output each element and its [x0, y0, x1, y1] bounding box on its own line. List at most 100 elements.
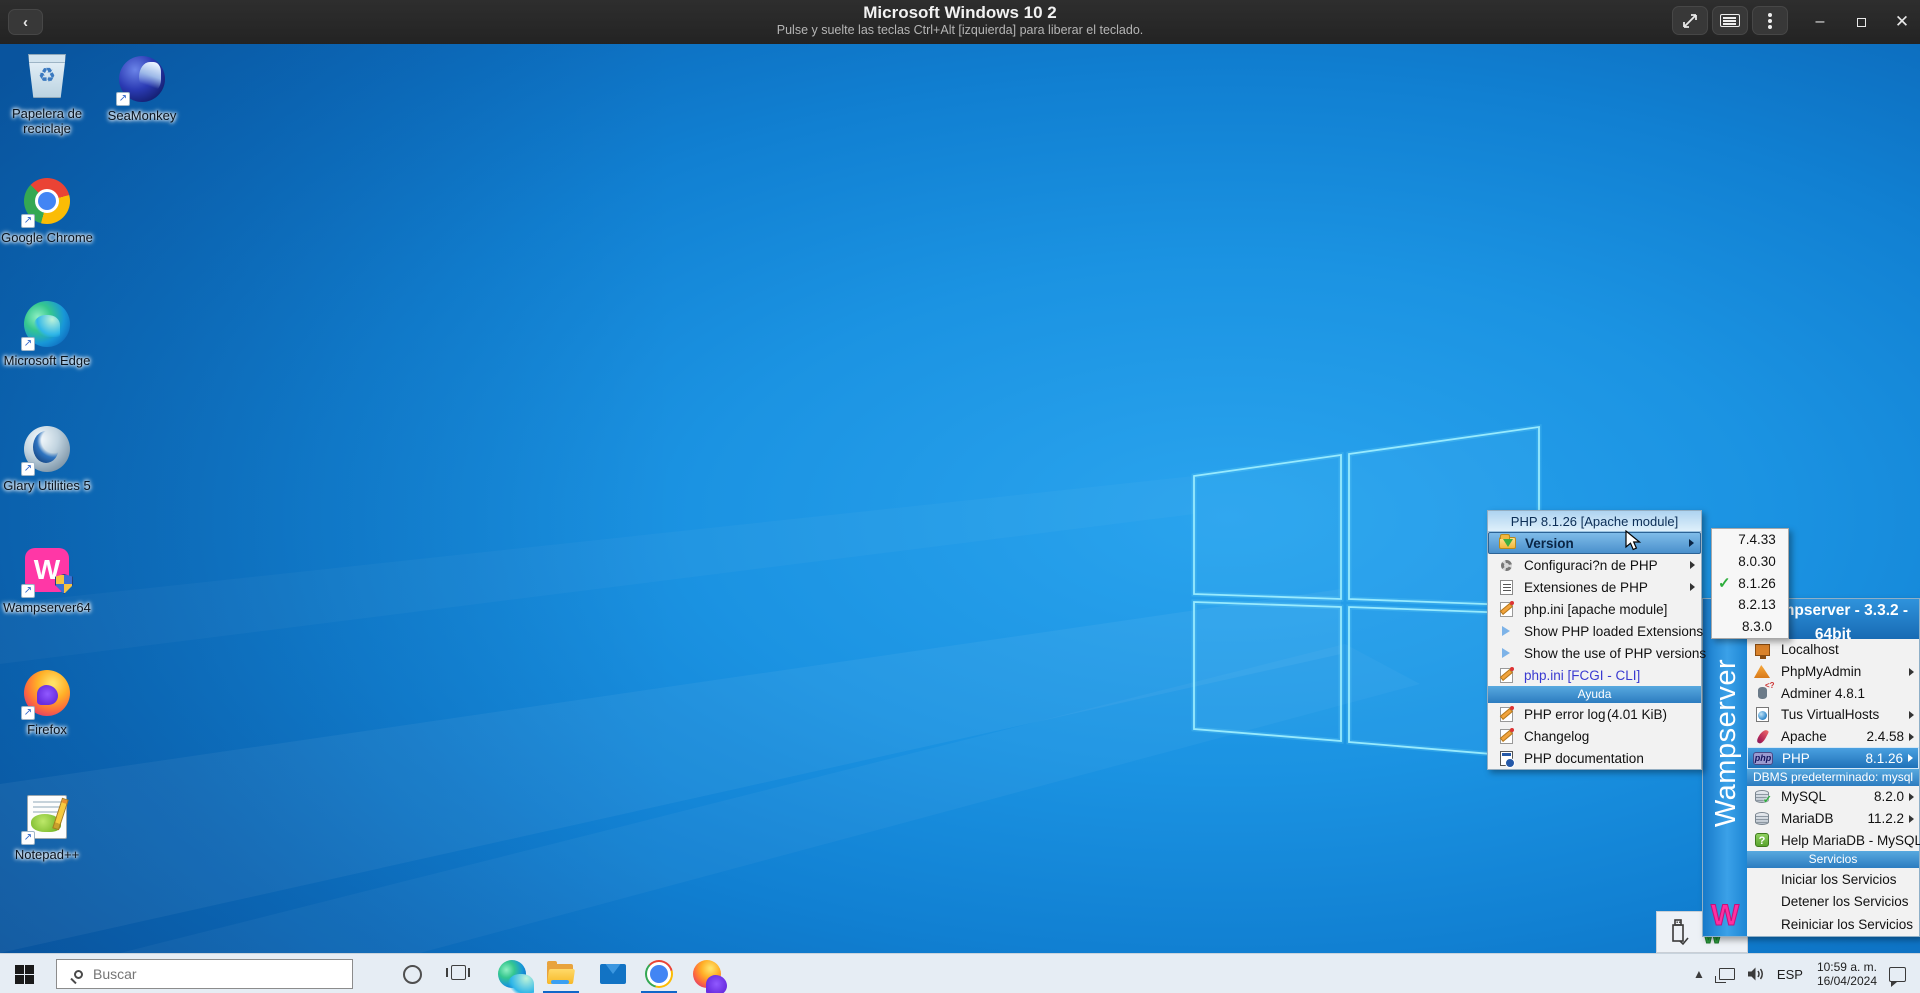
cortana-button[interactable]: [403, 965, 422, 984]
maximize-icon: [1857, 18, 1866, 27]
close-button[interactable]: ✕: [1888, 0, 1916, 44]
task-view-icon: [451, 965, 466, 980]
notepad-plus-plus-icon: ↗: [23, 795, 71, 843]
menu-item-help-mariadb-mysql[interactable]: ? Help MariaDB - MySQL: [1747, 830, 1919, 852]
shortcut-arrow-icon: ↗: [116, 92, 130, 106]
fullscreen-button[interactable]: [1672, 6, 1708, 35]
submenu-arrow-icon: [1690, 561, 1695, 569]
edit-file-icon: [1494, 707, 1518, 722]
menu-item-show-php-versions-use[interactable]: Show the use of PHP versions: [1488, 642, 1701, 664]
firefox-icon: [693, 960, 721, 988]
menu-item-php-documentation[interactable]: PHP documentation: [1488, 747, 1701, 769]
checkmark-icon: ✓: [1718, 573, 1731, 595]
chrome-icon: [645, 960, 673, 988]
menu-item-php[interactable]: php PHP 8.1.26: [1747, 747, 1919, 769]
task-view-button[interactable]: [446, 964, 472, 984]
wallpaper: [0, 44, 1920, 953]
help-section-header: Ayuda: [1488, 686, 1701, 703]
submenu-arrow-icon: [1689, 539, 1694, 547]
localhost-icon: [1751, 644, 1773, 656]
windows-logo-icon: [15, 965, 34, 984]
shortcut-arrow-icon: ↗: [21, 462, 35, 476]
menu-item-adminer[interactable]: Adminer 4.8.1: [1747, 682, 1919, 704]
menu-item-mariadb[interactable]: MariaDB 11.2.2: [1747, 808, 1919, 830]
firefox-icon: ↗: [23, 670, 71, 718]
edit-file-icon: [1494, 729, 1518, 744]
recycle-bin-icon: ♻: [23, 54, 71, 102]
network-icon[interactable]: [1719, 968, 1735, 980]
clock-time: 10:59 a. m.: [1817, 960, 1877, 974]
menu-item-phpmyadmin[interactable]: PhpMyAdmin: [1747, 661, 1919, 683]
taskbar-mail[interactable]: [598, 959, 628, 989]
desktop-icon-glary-utilities[interactable]: ↗ Glary Utilities 5: [0, 425, 95, 493]
version-option-8-2-13[interactable]: 8.2.13: [1712, 594, 1788, 616]
desktop-icon-wampserver64[interactable]: W ↗ Wampserver64: [0, 546, 95, 615]
desktop-icon-recycle-bin[interactable]: ♻ Papelera de reciclaje: [0, 52, 95, 136]
version-option-8-3-0[interactable]: 8.3.0: [1712, 616, 1788, 638]
menu-item-php-error-log[interactable]: PHP error log (4.01 KiB): [1488, 703, 1701, 725]
desktop-icon-microsoft-edge[interactable]: ↗ Microsoft Edge: [0, 300, 95, 368]
menu-item-restart-services[interactable]: Reiniciar los Servicios: [1747, 913, 1919, 936]
menu-kebab-button[interactable]: [1752, 6, 1788, 35]
maximize-button[interactable]: [1847, 0, 1875, 44]
edge-icon: ↗: [23, 301, 71, 349]
menu-item-php-ini-apache[interactable]: php.ini [apache module]: [1488, 598, 1701, 620]
php-icon: php: [1752, 752, 1774, 765]
menu-item-start-services[interactable]: Iniciar los Servicios: [1747, 868, 1919, 891]
menu-item-php-settings[interactable]: Configuraci?n de PHP: [1488, 554, 1701, 576]
version-option-8-0-30[interactable]: 8.0.30: [1712, 551, 1788, 573]
version-option-7-4-33[interactable]: 7.4.33: [1712, 529, 1788, 551]
submenu-arrow-icon: [1909, 711, 1914, 719]
taskbar-chrome[interactable]: [644, 959, 674, 989]
speaker-icon[interactable]: [1748, 967, 1765, 981]
chrome-icon: ↗: [23, 178, 71, 226]
edit-file-icon: [1494, 668, 1518, 683]
phpmyadmin-icon: [1751, 665, 1773, 678]
php-submenu: PHP 8.1.26 [Apache module] Version Confi…: [1487, 510, 1702, 770]
edge-icon: [498, 960, 526, 988]
keyboard-language-badge[interactable]: ESP: [1777, 967, 1803, 982]
desktop-icon-seamonkey[interactable]: ↗ SeaMonkey: [94, 55, 190, 123]
menu-item-php-extensions[interactable]: Extensiones de PHP: [1488, 576, 1701, 598]
glary-utilities-icon: ↗: [23, 426, 71, 474]
menu-item-mysql[interactable]: ✓ MySQL 8.2.0: [1747, 786, 1919, 808]
menu-item-php-ini-fcgi-cli[interactable]: php.ini [FCGI - CLI]: [1488, 664, 1701, 686]
apache-feather-icon: [1751, 729, 1773, 744]
seamonkey-icon: ↗: [118, 56, 166, 104]
action-center-button[interactable]: [1889, 967, 1906, 982]
extensions-icon: [1494, 580, 1518, 595]
menu-item-show-loaded-extensions[interactable]: Show PHP loaded Extensions: [1488, 620, 1701, 642]
start-button[interactable]: [0, 954, 48, 993]
menu-item-version[interactable]: Version: [1488, 532, 1701, 554]
virtual-keyboard-button[interactable]: [1712, 6, 1748, 35]
desktop-icon-label: Wampserver64: [0, 600, 95, 615]
apache-version: 2.4.58: [1866, 729, 1904, 744]
menu-item-localhost[interactable]: Localhost: [1747, 639, 1919, 661]
desktop-icon-firefox[interactable]: ↗ Firefox: [0, 669, 95, 737]
php-version-submenu: 7.4.33 8.0.30 ✓ 8.1.26 8.2.13 8.3.0: [1711, 528, 1789, 639]
menu-item-stop-services[interactable]: Detener los Servicios: [1747, 891, 1919, 914]
taskbar-clock[interactable]: 10:59 a. m. 16/04/2024: [1817, 960, 1877, 988]
desktop-icon-google-chrome[interactable]: ↗ Google Chrome: [0, 177, 95, 245]
tray-expand-chevron[interactable]: ▲: [1693, 967, 1705, 981]
menu-item-virtualhosts[interactable]: Tus VirtualHosts: [1747, 704, 1919, 726]
fullscreen-icon: [1682, 13, 1698, 29]
keyboard-icon: [1720, 14, 1740, 27]
taskbar-edge[interactable]: [497, 959, 527, 989]
submenu-arrow-icon: [1909, 668, 1914, 676]
search-input[interactable]: [93, 966, 313, 982]
minimize-button[interactable]: –: [1806, 0, 1834, 44]
desktop-icon-notepad-plus-plus[interactable]: ↗ Notepad++: [0, 794, 95, 862]
search-icon: [74, 970, 83, 979]
menu-item-apache[interactable]: Apache 2.4.58: [1747, 726, 1919, 748]
shortcut-arrow-icon: ↗: [21, 337, 35, 351]
taskbar-firefox[interactable]: [692, 959, 722, 989]
desktop-icon-label: SeaMonkey: [94, 108, 190, 123]
taskbar-search[interactable]: [56, 959, 353, 989]
version-option-8-1-26[interactable]: ✓ 8.1.26: [1712, 573, 1788, 595]
taskbar-file-explorer[interactable]: [546, 959, 576, 989]
menu-item-changelog[interactable]: Changelog: [1488, 725, 1701, 747]
wampserver-vertical-label: Wampserver: [1707, 599, 1745, 887]
usb-eject-icon[interactable]: [1667, 917, 1689, 947]
screen: ‹ Microsoft Windows 10 2 Pulse y suelte …: [0, 0, 1920, 993]
